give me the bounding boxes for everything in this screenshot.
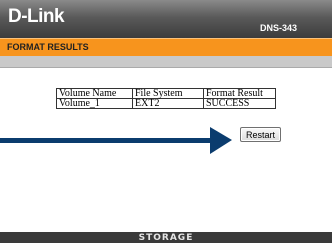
- column-header-file-system: File System: [132, 88, 204, 99]
- pointer-arrow-icon: [210, 127, 232, 154]
- page-title: FORMAT RESULTS: [7, 42, 89, 52]
- column-header-volume-name: Volume Name: [56, 88, 133, 99]
- column-header-format-result: Format Result: [203, 88, 276, 99]
- dlink-logo: D-Link: [8, 6, 65, 27]
- cell-file-system: EXT2: [132, 98, 204, 109]
- cell-volume-name: Volume_1: [56, 98, 133, 109]
- header-bar: D-Link DNS-343: [0, 0, 332, 38]
- pointer-arrow-shaft: [0, 138, 212, 143]
- model-label: DNS-343: [260, 23, 298, 33]
- footer-storage-label: STORAGE: [138, 233, 194, 243]
- table-row: Volume_1 EXT2 SUCCESS: [56, 98, 276, 109]
- cell-format-result: SUCCESS: [203, 98, 276, 109]
- table-header-row: Volume Name File System Format Result: [56, 88, 276, 99]
- restart-button[interactable]: Restart: [240, 127, 281, 142]
- format-results-table: Volume Name File System Format Result Vo…: [56, 88, 276, 109]
- sub-bar: [0, 56, 332, 68]
